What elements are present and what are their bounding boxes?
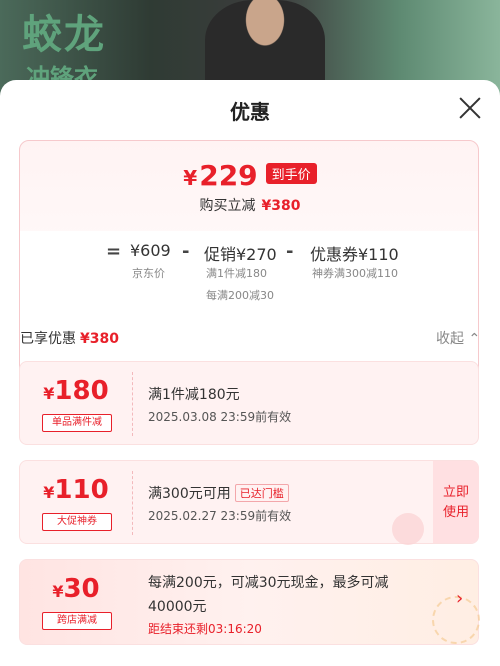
purchase-discount-amount: ¥380 (261, 198, 301, 214)
coupon-title-text: 满300元可用 (148, 486, 231, 502)
coupon-stamp-icon (392, 513, 424, 545)
jd-price: ¥609 (130, 241, 171, 260)
banner-title: 蛟龙 (22, 12, 106, 58)
discount-sheet: 优惠 ¥229 到手价 购买立减 ¥380 = ¥609 京东价 - 促销¥270 … (0, 80, 500, 666)
promo-caption-2: 每满200减30 (206, 289, 274, 302)
coupon-value-area: ¥30 跨店满减 (20, 560, 132, 644)
coupon-card[interactable]: ¥110 大促神券 满300元可用 已达门槛 2025.02.27 23:59前有… (19, 460, 479, 545)
price-breakdown: = ¥609 京东价 - 促销¥270 满1件减180 每满200减30 - 优… (20, 231, 478, 381)
final-price-amount: 229 (199, 159, 258, 192)
minus-sign: - (286, 241, 294, 262)
coupon-type-badge: 跨店满减 (42, 612, 112, 630)
coupon-title: 满300元可用 已达门槛 (148, 483, 289, 503)
collapse-button[interactable]: 收起 ⌃ (436, 328, 480, 348)
coupon-value: 180 (54, 376, 109, 406)
chevron-right-icon[interactable]: › (456, 588, 463, 609)
coupon-expiry: 2025.02.27 23:59前有效 (148, 509, 292, 523)
coupon-value-area: ¥110 大促神券 (20, 461, 132, 543)
coupon-amount: 优惠券¥110 (310, 245, 399, 264)
coupon-expiry: 2025.03.08 23:59前有效 (148, 410, 292, 424)
coupon-title-line-2: 40000元 (148, 599, 207, 615)
jd-price-caption: 京东价 (132, 267, 165, 280)
minus-sign: - (182, 241, 190, 262)
purchase-discount-line: 购买立减 ¥380 (20, 195, 480, 215)
collapse-label: 收起 (436, 331, 464, 347)
coupon-value: 110 (54, 475, 109, 505)
sheet-title: 优惠 (230, 100, 270, 124)
threshold-reached-badge: 已达门槛 (234, 484, 289, 502)
use-now-label-2: 使用 (442, 505, 469, 520)
coupon-divider (132, 471, 133, 535)
coupon-title-line-1: 每满200元，可减30元现金，最多可减 (148, 575, 389, 591)
coupon-value: 30 (63, 574, 100, 604)
coupon-title: 满1件减180元 (148, 387, 240, 403)
final-price: ¥229 到手价 (20, 159, 480, 192)
use-now-button[interactable]: 立即 使用 (433, 461, 479, 543)
coupon-type-badge: 大促神券 (42, 513, 112, 531)
coupon-currency: ¥ (43, 483, 55, 502)
currency-symbol: ¥ (183, 166, 198, 190)
chevron-up-icon: ⌃ (468, 331, 481, 347)
coupon-value-area: ¥180 单品满件减 (20, 362, 132, 444)
coupon-currency: ¥ (43, 384, 55, 403)
use-now-label-1: 立即 (442, 485, 469, 500)
coupon-card[interactable]: ¥180 单品满件减 满1件减180元 2025.03.08 23:59前有效 (19, 361, 479, 445)
promo-amount: 促销¥270 (204, 245, 277, 264)
applied-discounts-amount: ¥380 (80, 331, 119, 347)
coupon-divider (132, 372, 133, 436)
final-price-tag: 到手价 (265, 163, 317, 184)
coupon-countdown: 距结束还剩03:16:20 (148, 622, 262, 636)
promo-caption-1: 满1件减180 (206, 267, 267, 280)
coupon-type-badge: 单品满件减 (42, 414, 112, 432)
equals-sign: = (106, 241, 122, 262)
applied-discounts-label: 已享优惠 (20, 331, 76, 347)
coupon-caption: 神券满300减110 (312, 267, 398, 280)
close-icon[interactable] (456, 94, 484, 122)
coupon-currency: ¥ (52, 582, 64, 601)
purchase-discount-label: 购买立减 (199, 198, 256, 214)
applied-discounts-header: 已享优惠 ¥380 (20, 328, 119, 348)
coupon-card[interactable]: ¥30 跨店满减 每满200元，可减30元现金，最多可减 40000元 距结束还… (19, 559, 480, 645)
